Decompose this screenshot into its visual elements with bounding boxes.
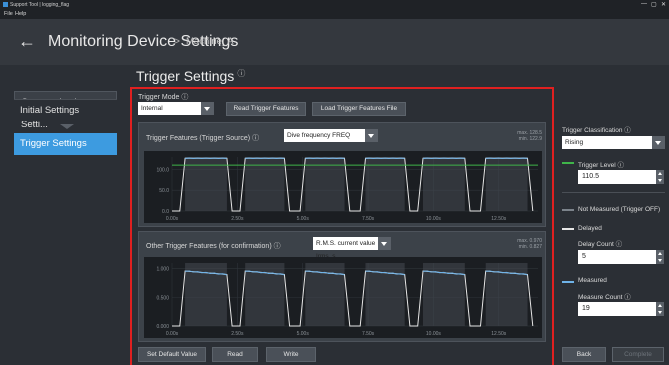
trigger-chart-svg: 0.00s 2.50s 5.00s 7.50s 10.00s 12.50s 100.0 50.…	[156, 157, 538, 222]
sidebar-item-label: Initial Settings	[20, 105, 80, 116]
maximize-icon[interactable]: ▢	[651, 1, 657, 8]
trigger-source-value: Dive frequency FREQ	[287, 132, 351, 139]
page-title-text: Trigger Settings	[136, 68, 235, 84]
trigger-level-input[interactable]: 110.5	[578, 170, 658, 184]
confirmation-min: min. 0.827	[518, 244, 542, 250]
menu-help[interactable]: Help	[15, 11, 26, 17]
dropdown-arrow-icon	[652, 136, 665, 149]
x-tick-label: 5.00s	[297, 331, 310, 337]
close-icon[interactable]: ✕	[661, 1, 666, 8]
back-arrow-icon[interactable]: ←	[18, 31, 36, 51]
measured-segment	[485, 157, 528, 160]
not-measured-swatch	[562, 209, 574, 211]
read-button[interactable]: Read	[212, 347, 258, 362]
breadcrumb-machine[interactable]: Machine_A	[186, 36, 234, 47]
delay-count-input[interactable]: 5	[578, 250, 658, 264]
chevron-down-icon	[60, 124, 74, 129]
measured-segment	[185, 157, 227, 160]
y-tick-label: 0.500	[156, 295, 169, 301]
delayed-label: Delayed	[578, 225, 602, 232]
trigger-source-select[interactable]: Dive frequency FREQ	[284, 129, 378, 142]
window-title-bar: Support Tool | logging_flag — ▢ ✕	[0, 0, 669, 10]
x-tick-label: 12.50s	[491, 216, 507, 222]
delay-count-stepper[interactable]	[656, 250, 664, 264]
measured-swatch	[562, 281, 574, 283]
complete-button[interactable]: Complete	[612, 347, 664, 362]
sidebar-item-initial[interactable]: Initial Settings	[14, 99, 117, 121]
confirmation-label: Other Trigger Features (for confirmation…	[146, 243, 281, 250]
trigger-features-label: Trigger Features (Trigger Source) ⓘ	[146, 135, 260, 142]
x-tick-label: 7.50s	[362, 216, 375, 222]
trigger-level-stepper[interactable]	[656, 170, 664, 184]
load-trigger-features-file-button[interactable]: Load Trigger Features File	[312, 102, 406, 116]
info-icon[interactable]: ⓘ	[237, 69, 245, 78]
sidebar-item-trigger[interactable]: Trigger Settings	[14, 133, 117, 155]
measured-segment	[365, 157, 405, 160]
measure-count-label: Measure Count ⓘ	[578, 294, 631, 301]
x-tick-label: 10.00s	[426, 216, 442, 222]
menu-file[interactable]: File	[4, 11, 13, 17]
measured-segment	[305, 157, 345, 160]
trigger-classification-select[interactable]: Rising	[562, 136, 665, 149]
trigger-classification-label: Trigger Classification ⓘ	[562, 127, 631, 134]
set-default-value-button[interactable]: Set Default Value	[138, 347, 206, 362]
trigger-maxmin: max. 128.5 min. 122.9	[496, 130, 542, 142]
confirmation-chart-svg: 0.00s 2.50s 5.00s 7.50s 10.00s 12.50s 1.000 0.5…	[156, 263, 538, 337]
app-icon	[3, 2, 8, 7]
minimize-icon[interactable]: —	[641, 1, 647, 7]
x-tick-label: 0.00s	[166, 216, 179, 222]
delay-count-label: Delay Count ⓘ	[578, 241, 623, 248]
measured-label: Measured	[578, 277, 607, 284]
trigger-mode-label: Trigger Mode ⓘ	[138, 94, 189, 101]
breadcrumb-separator: >	[173, 34, 181, 48]
x-tick-label: 2.50s	[231, 216, 244, 222]
trigger-classification-value: Rising	[565, 139, 584, 146]
measure-count-stepper[interactable]	[656, 302, 664, 316]
measure-count-input[interactable]: 19	[578, 302, 658, 316]
y-tick-label: 0.0	[162, 209, 169, 215]
trigger-chart[interactable]: 0.00s 2.50s 5.00s 7.50s 10.00s 12.50s 100.0 50.…	[144, 151, 542, 223]
trigger-mode-select[interactable]: Internal	[138, 102, 214, 115]
y-tick-label: 50.0	[159, 188, 169, 194]
menu-bar: File Help	[0, 10, 669, 19]
x-tick-label: 5.00s	[297, 216, 310, 222]
x-tick-label: 12.50s	[491, 331, 507, 337]
x-tick-label: 10.00s	[426, 331, 442, 337]
page-header: ← Monitoring Device Settings > Machine_A	[0, 19, 669, 65]
x-tick-label: 0.00s	[166, 331, 179, 337]
x-tick-label: 7.50s	[362, 331, 375, 337]
trigger-min: min. 122.9	[518, 136, 542, 142]
trigger-level-label: Trigger Level ⓘ	[578, 162, 624, 169]
dropdown-arrow-icon	[201, 102, 214, 115]
y-tick-label: 0.000	[156, 324, 169, 330]
measured-segment	[245, 157, 285, 160]
read-trigger-features-button[interactable]: Read Trigger Features	[226, 102, 306, 116]
divider	[562, 192, 665, 193]
back-button[interactable]: Back	[562, 347, 606, 362]
y-tick-label: 100.0	[156, 167, 169, 173]
confirmation-chart[interactable]: 0.00s 2.50s 5.00s 7.50s 10.00s 12.50s 1.000 0.5…	[144, 257, 542, 338]
confirmation-maxmin: max. 0.970 min. 0.827	[496, 238, 542, 250]
confirmation-source-select[interactable]: R.M.S. current value Irms_s	[313, 237, 391, 260]
dropdown-arrow-icon	[365, 129, 378, 142]
trigger-mode-value: Internal	[141, 105, 163, 112]
page-title: Trigger Settings ⓘ	[136, 68, 245, 84]
y-tick-label: 1.000	[156, 267, 169, 273]
x-tick-label: 2.50s	[231, 331, 244, 337]
delayed-swatch	[562, 228, 574, 230]
dropdown-arrow-icon	[378, 237, 391, 250]
write-button[interactable]: Write	[266, 347, 316, 362]
measured-segment	[422, 157, 465, 160]
trigger-level-swatch	[562, 162, 574, 164]
not-measured-label: Not Measured (Trigger OFF)	[578, 206, 661, 213]
window-title: Support Tool | logging_flag	[10, 2, 70, 8]
